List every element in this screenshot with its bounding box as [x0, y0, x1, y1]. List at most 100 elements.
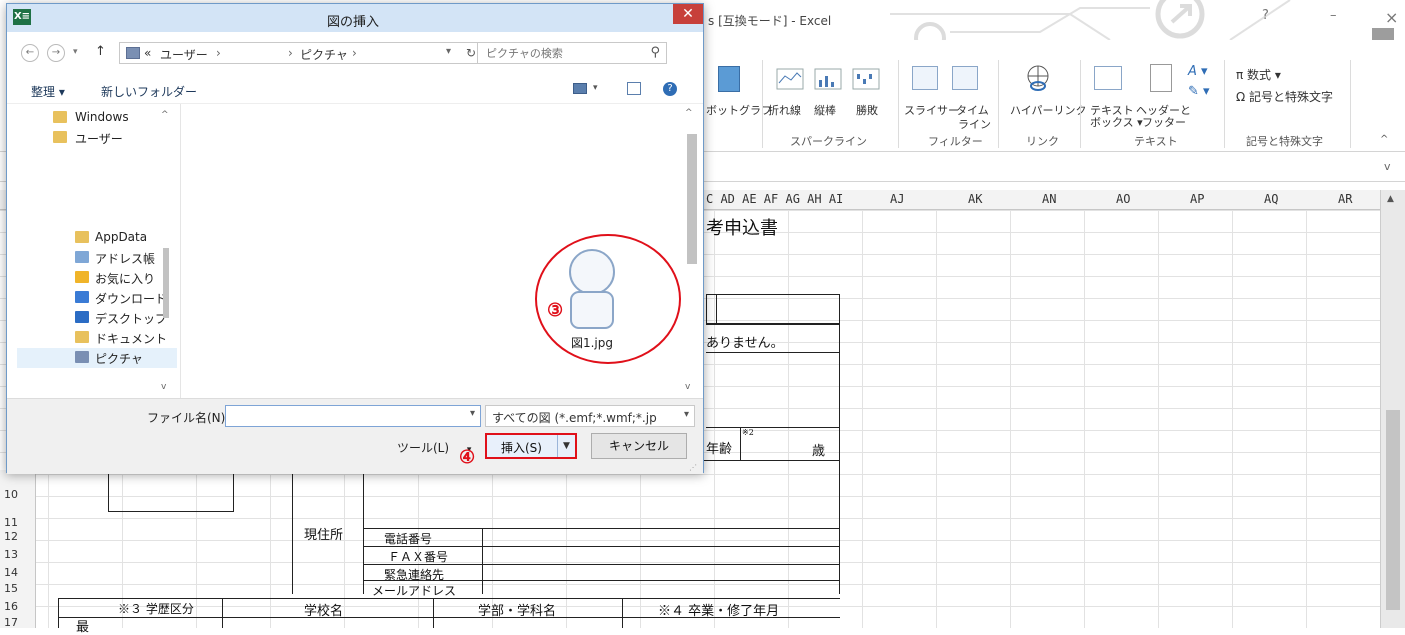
file-scroll-up-icon[interactable]: ^	[685, 108, 693, 118]
col-header-aj[interactable]: AJ	[890, 192, 904, 206]
view-dropdown-icon[interactable]: ▾	[593, 83, 598, 93]
symbol-button[interactable]: Ω 記号と特殊文字	[1236, 88, 1333, 105]
column-sparkline-icon[interactable]	[814, 68, 842, 90]
line-label[interactable]: 折れ線	[768, 102, 801, 118]
breadcrumb-pictures[interactable]: ピクチャ	[300, 46, 348, 63]
scroll-thumb[interactable]	[1386, 410, 1400, 610]
equation-button[interactable]: π 数式 ▾	[1236, 66, 1281, 83]
expand-formula-icon[interactable]: v	[1384, 160, 1391, 173]
tree-item-pictures[interactable]: ピクチャ	[17, 348, 177, 368]
breadcrumb-users[interactable]: ユーザー	[160, 46, 208, 63]
col-header-ao[interactable]: AO	[1116, 192, 1130, 206]
dialog-bottom-area: ファイル名(N): ▾ すべての図 (*.emf;*.wmf;*.jp ▾ ツー…	[7, 398, 703, 474]
winloss-label[interactable]: 勝敗	[856, 102, 878, 118]
row-header-12[interactable]: 12	[4, 530, 18, 543]
excel-app-icon: X≡	[13, 9, 31, 25]
preview-pane-icon[interactable]	[627, 82, 641, 95]
col-header-ar[interactable]: AR	[1338, 192, 1352, 206]
signature-icon[interactable]: ✎ ▾	[1188, 84, 1210, 99]
breadcrumb-prefix[interactable]: «	[144, 46, 151, 60]
view-icon[interactable]	[573, 83, 587, 94]
history-dropdown-icon[interactable]: ▾	[73, 47, 78, 57]
timeline-label-2[interactable]: ライン	[958, 116, 991, 132]
help-icon[interactable]: ?	[1262, 8, 1269, 23]
help-icon[interactable]: ?	[663, 82, 677, 96]
minimize-icon[interactable]: –	[1330, 8, 1337, 23]
filename-input[interactable]	[226, 406, 456, 426]
textbox-label-2[interactable]: ボックス ▾	[1090, 114, 1143, 130]
header-footer-icon[interactable]	[1150, 64, 1172, 92]
file-type-select[interactable]: すべての図 (*.emf;*.wmf;*.jp ▾	[485, 405, 695, 427]
age-unit: 歳	[812, 444, 826, 459]
search-icon[interactable]: ⚲	[650, 45, 660, 60]
up-icon[interactable]: ↑	[95, 44, 106, 59]
slicer-icon[interactable]	[912, 66, 938, 90]
row-header-14[interactable]: 14	[4, 566, 18, 579]
insert-picture-dialog: X≡ 図の挿入 ✕ ← → ▾ ↑ « ユーザー › › ピクチャ › ▾ ↻ …	[6, 3, 704, 474]
file-scroll-down-icon[interactable]: v	[685, 382, 690, 392]
scroll-up-icon[interactable]: ▲	[1387, 194, 1394, 204]
row-header-17[interactable]: 17	[4, 616, 18, 629]
timeline-icon[interactable]	[952, 66, 978, 90]
col-header-ak[interactable]: AK	[968, 192, 982, 206]
documents-icon	[75, 331, 89, 343]
form-title: 考申込書	[706, 218, 778, 239]
address-dropdown-icon[interactable]: ▾	[446, 46, 451, 57]
search-input[interactable]	[486, 43, 646, 63]
column-label[interactable]: 縦棒	[814, 102, 836, 118]
nav-pane-scrollbar[interactable]	[159, 108, 173, 394]
row-header-16[interactable]: 16	[4, 600, 18, 613]
desktop-icon	[75, 311, 89, 323]
form-notice: ありません。	[706, 336, 784, 351]
wordart-icon[interactable]: A ▾	[1188, 64, 1208, 79]
forward-icon[interactable]: →	[47, 44, 65, 62]
sheet-vertical-scrollbar[interactable]: ▲	[1380, 190, 1405, 628]
nav-scroll-thumb[interactable]	[163, 248, 169, 318]
pivot-chart-icon[interactable]	[718, 66, 740, 92]
filename-field[interactable]: ▾	[225, 405, 481, 427]
fax-label: ＦＡＸ番号	[388, 550, 449, 564]
favorites-icon	[75, 271, 89, 283]
col-header-an[interactable]: AN	[1042, 192, 1056, 206]
step-4-marker: ④	[459, 447, 476, 468]
col-header-ap[interactable]: AP	[1190, 192, 1204, 206]
row-header-13[interactable]: 13	[4, 548, 18, 561]
dialog-toolbar: 整理 ▾ 新しいフォルダー ▾ ?	[7, 76, 703, 104]
row-header-10[interactable]: 10	[4, 488, 18, 501]
filename-dropdown-icon[interactable]: ▾	[470, 408, 475, 419]
dialog-close-button[interactable]: ✕	[673, 4, 703, 24]
collapse-ribbon-icon[interactable]: ^	[1380, 134, 1388, 145]
line-sparkline-icon[interactable]	[776, 68, 804, 90]
hyperlink-label[interactable]: ハイパーリンク	[1010, 102, 1087, 118]
header-label-2[interactable]: フッター	[1142, 114, 1186, 130]
row17-char: 最	[76, 620, 90, 635]
refresh-icon[interactable]: ↻	[466, 46, 476, 60]
insert-button[interactable]: 挿入(S) ▼	[485, 433, 577, 459]
hyperlink-icon[interactable]	[1024, 64, 1052, 92]
symbols-group-label: 記号と特殊文字	[1246, 135, 1323, 148]
downloads-icon	[75, 291, 89, 303]
cancel-button[interactable]: キャンセル	[591, 433, 687, 459]
insert-dropdown-icon[interactable]: ▼	[557, 435, 575, 457]
winloss-sparkline-icon[interactable]	[852, 68, 880, 90]
organize-button[interactable]: 整理 ▾	[31, 83, 65, 100]
dialog-title-bar[interactable]: X≡ 図の挿入 ✕	[7, 4, 703, 32]
textbox-icon[interactable]	[1094, 66, 1122, 90]
slicer-label[interactable]: スライサー	[904, 102, 959, 118]
close-window-icon[interactable]: ×	[1385, 8, 1398, 27]
file-type-dropdown-icon[interactable]: ▾	[684, 409, 689, 420]
folder-icon	[53, 131, 67, 143]
row-header-11[interactable]: 11	[4, 516, 18, 529]
resize-grip-icon[interactable]: ⋰	[689, 463, 697, 472]
row-header-15[interactable]: 15	[4, 582, 18, 595]
navigation-bar: ← → ▾ ↑ « ユーザー › › ピクチャ › ▾ ↻ ⚲	[7, 38, 703, 68]
file-pane-scroll-thumb[interactable]	[687, 134, 697, 264]
text-group-label: テキスト	[1134, 135, 1178, 148]
col-header-aq[interactable]: AQ	[1264, 192, 1278, 206]
search-box[interactable]: ⚲	[477, 42, 667, 64]
age-note: ※2	[742, 428, 754, 437]
new-folder-button[interactable]: 新しいフォルダー	[101, 83, 197, 100]
address-bar[interactable]: « ユーザー › › ピクチャ › ▾ ↻	[119, 42, 495, 64]
col-header-left[interactable]: C AD AE AF AG AH AI	[706, 192, 843, 206]
back-icon[interactable]: ←	[21, 44, 39, 62]
